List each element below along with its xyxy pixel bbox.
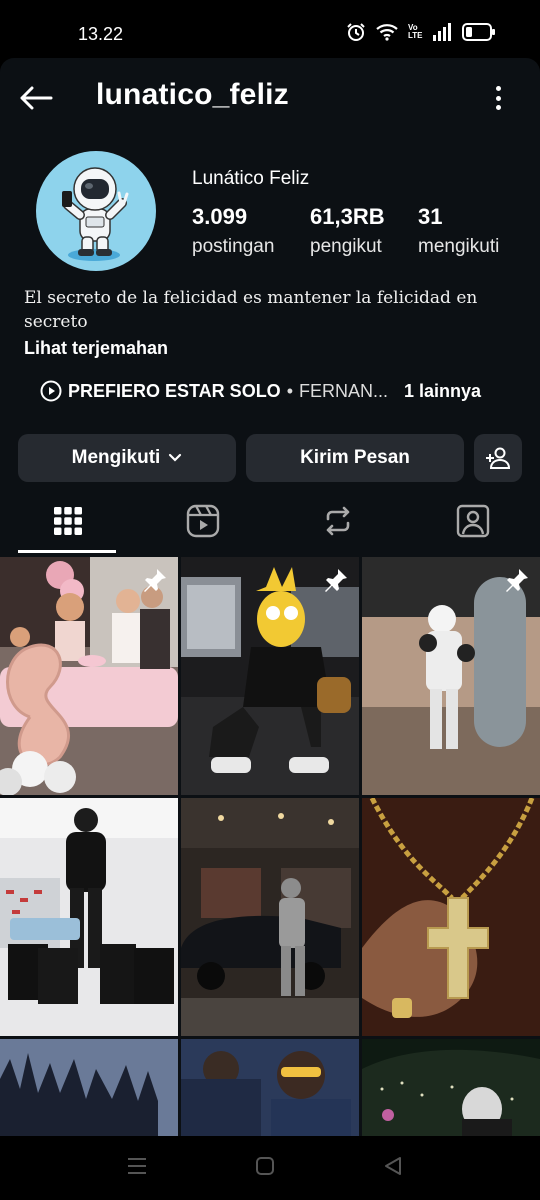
parking-garage-image <box>181 798 359 1036</box>
post-thumbnail[interactable] <box>0 1039 178 1136</box>
music-artist: FERNAN... <box>299 380 389 401</box>
sunglasses-portrait-image <box>181 1039 359 1136</box>
status-time: 13.22 <box>78 24 124 44</box>
add-person-icon <box>486 447 511 469</box>
home-square-icon[interactable] <box>255 1156 275 1176</box>
tab-tagged[interactable] <box>405 490 540 552</box>
arrow-left-icon <box>20 86 53 110</box>
stat-value: 61,3RB <box>310 204 385 229</box>
pin-icon <box>144 569 166 592</box>
system-nav-bar <box>0 1136 540 1200</box>
following-count[interactable]: 31 mengikuti <box>418 204 499 258</box>
post-thumbnail[interactable] <box>362 1039 540 1136</box>
stat-label: postingan <box>192 236 275 257</box>
posts-grid <box>0 557 540 1136</box>
signal-icon <box>433 23 451 41</box>
followers-count[interactable]: 61,3RB pengikut <box>310 204 385 258</box>
see-translation-link[interactable]: Lihat terjemahan <box>24 338 168 359</box>
repost-icon <box>326 506 349 536</box>
more-vertical-icon <box>495 86 501 91</box>
tab-posts[interactable] <box>0 490 135 552</box>
post-thumbnail[interactable] <box>181 557 359 795</box>
stat-label: pengikut <box>310 236 382 257</box>
reels-icon <box>186 504 219 538</box>
wifi-icon <box>376 24 398 41</box>
stat-value: 3.099 <box>192 204 248 229</box>
stat-label: mengikuti <box>418 236 500 257</box>
post-thumbnail[interactable] <box>181 798 359 1036</box>
status-icons: Vo LTE <box>346 22 496 42</box>
music-separator: • <box>286 380 293 401</box>
trees-image <box>0 1039 178 1136</box>
more-options-button[interactable] <box>488 82 508 114</box>
pin-icon <box>506 569 528 592</box>
battery-icon <box>462 23 495 41</box>
send-message-label: Kirim Pesan <box>300 447 410 468</box>
chevron-down-icon <box>169 453 182 462</box>
profile-screen: lunatico_feliz Lunático Feliz 3.099 post… <box>0 58 540 1136</box>
back-triangle-icon[interactable] <box>383 1156 403 1176</box>
volte-icon: Vo LTE <box>408 23 423 40</box>
tab-reels[interactable] <box>135 490 270 552</box>
grid-icon <box>53 507 82 535</box>
music-more-link[interactable]: 1 lainnya <box>404 381 481 402</box>
post-thumbnail[interactable] <box>0 798 178 1036</box>
following-label: Mengikuti <box>71 447 161 468</box>
sneaker-store-image <box>0 798 178 1036</box>
alarm-icon <box>347 23 365 41</box>
night-city-image <box>362 1039 540 1136</box>
profile-username: lunatico_feliz <box>96 78 289 111</box>
stat-value: 31 <box>418 204 443 229</box>
active-tab-indicator <box>18 550 116 553</box>
gold-chain-image <box>362 798 540 1036</box>
following-button[interactable]: Mengikuti <box>18 434 236 482</box>
profile-bio: El secreto de la felicidad es mantener l… <box>24 288 478 332</box>
profile-music[interactable]: PREFIERO ESTAR SOLO • FERNAN... 1 lainny… <box>40 378 481 404</box>
recents-menu-icon[interactable] <box>126 1156 148 1176</box>
post-thumbnail[interactable] <box>362 557 540 795</box>
display-name: Lunático Feliz <box>192 168 310 189</box>
astronaut-avatar-image <box>62 167 129 261</box>
music-song-title: PREFIERO ESTAR SOLO <box>68 380 281 401</box>
tagged-person-icon <box>456 504 489 538</box>
avatar[interactable] <box>36 151 156 271</box>
profile-tabs <box>0 490 540 556</box>
posts-count[interactable]: 3.099 postingan <box>192 204 274 258</box>
tab-reposts[interactable] <box>270 490 405 552</box>
pin-icon <box>325 569 347 592</box>
post-thumbnail[interactable] <box>362 798 540 1036</box>
post-thumbnail[interactable] <box>181 1039 359 1136</box>
send-message-button[interactable]: Kirim Pesan <box>246 434 464 482</box>
post-thumbnail[interactable] <box>0 557 178 795</box>
play-circle-icon <box>40 380 62 402</box>
suggested-users-button[interactable] <box>474 434 522 482</box>
back-button[interactable] <box>16 78 56 118</box>
top-bar: lunatico_feliz <box>0 58 540 138</box>
